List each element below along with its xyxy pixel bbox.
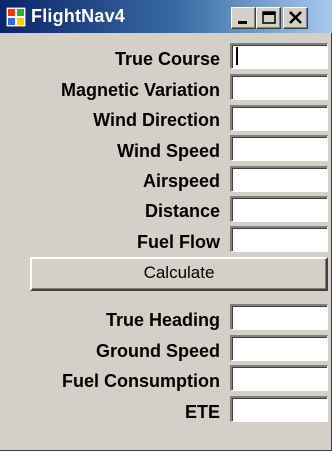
ete-label: ETE [184, 402, 220, 422]
airspeed-input[interactable] [230, 166, 328, 192]
wind-speed-input[interactable] [230, 135, 328, 161]
title-bar[interactable]: FlightNav4 [0, 0, 332, 33]
wind-direction-input[interactable] [230, 105, 328, 131]
true-heading-label: True Heading [105, 310, 220, 330]
true-course-input[interactable] [230, 43, 328, 69]
maximize-icon [262, 11, 276, 24]
distance-label: Distance [144, 201, 220, 221]
wind-direction-label: Wind Direction [93, 110, 220, 130]
wind-speed-label: Wind Speed [117, 141, 220, 161]
minimize-icon [238, 21, 247, 24]
minimize-button[interactable] [231, 7, 256, 29]
calculate-button[interactable]: Calculate [30, 257, 328, 291]
fuel-consumption-output[interactable] [230, 365, 328, 391]
ground-speed-output[interactable] [230, 335, 328, 361]
true-course-label: True Course [114, 49, 220, 69]
flightnav-window: FlightNav4 True Course Magnetic Variatio… [0, 0, 332, 451]
magnetic-variation-input[interactable] [230, 74, 328, 100]
fuel-flow-label: Fuel Flow [137, 232, 220, 252]
magnetic-variation-label: Magnetic Variation [60, 80, 220, 100]
fuel-consumption-label: Fuel Consumption [62, 371, 220, 391]
distance-input[interactable] [230, 196, 328, 222]
maximize-button[interactable] [256, 7, 281, 29]
airspeed-label: Airspeed [142, 171, 220, 191]
window-title: FlightNav4 [31, 6, 126, 26]
text-cursor [236, 47, 238, 65]
close-icon [289, 11, 302, 24]
fuel-flow-input[interactable] [230, 226, 328, 252]
application-icon [6, 7, 26, 27]
ete-output[interactable] [230, 396, 328, 422]
ground-speed-label: Ground Speed [95, 341, 220, 361]
close-button[interactable] [283, 7, 308, 29]
true-heading-output[interactable] [230, 304, 328, 330]
